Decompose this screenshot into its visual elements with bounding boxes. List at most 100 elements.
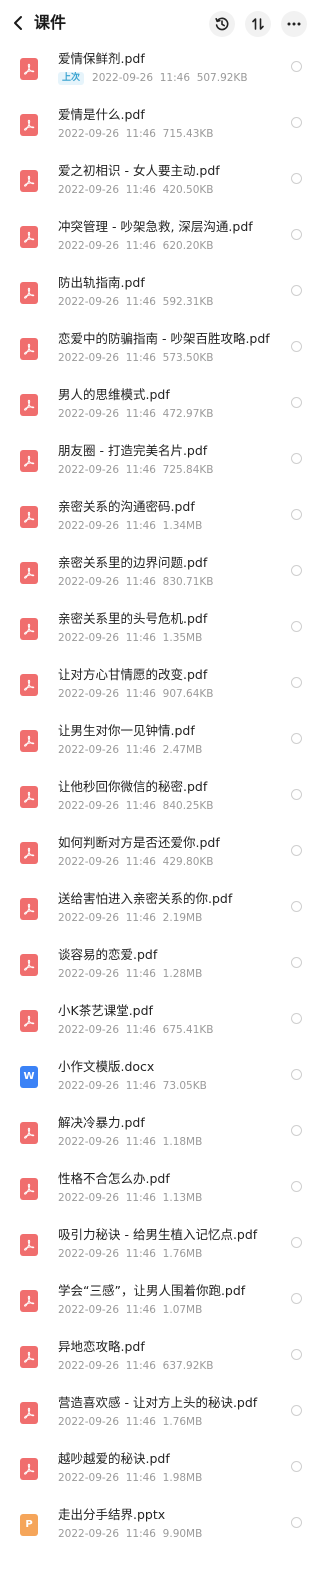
file-row[interactable]: 朋友圈 - 打造完美名片.pdf 2022-09-26 11:46 725.84K…	[0, 432, 320, 488]
file-date: 2022-09-26	[58, 464, 120, 476]
file-meta: 2022-09-26 11:46 620.20KB	[58, 239, 214, 253]
file-row[interactable]: 防出轨指南.pdf 2022-09-26 11:46 592.31KB	[0, 264, 320, 320]
file-name: 爱之初相识 - 女人要主动.pdf	[58, 163, 220, 178]
file-row[interactable]: 爱情是什么.pdf 2022-09-26 11:46 715.43KB	[0, 96, 320, 152]
select-radio[interactable]	[291, 509, 302, 520]
acrobat-icon	[24, 791, 35, 803]
pdf-file-icon	[20, 450, 38, 472]
file-name: 爱情保鲜剂.pdf	[58, 51, 145, 66]
file-row[interactable]: 解决冷暴力.pdf 2022-09-26 11:46 1.18MB	[0, 1104, 320, 1160]
acrobat-icon	[24, 1183, 35, 1195]
select-radio[interactable]	[291, 1069, 302, 1080]
select-radio[interactable]	[291, 789, 302, 800]
select-radio[interactable]	[291, 1293, 302, 1304]
file-date: 2022-09-26	[58, 632, 120, 644]
select-radio[interactable]	[291, 733, 302, 744]
file-row[interactable]: 让他秒回你微信的秘密.pdf 2022-09-26 11:46 840.25KB	[0, 768, 320, 824]
history-button[interactable]	[209, 11, 235, 37]
select-radio[interactable]	[291, 1237, 302, 1248]
select-radio[interactable]	[291, 1125, 302, 1136]
select-radio[interactable]	[291, 117, 302, 128]
file-meta: 2022-09-26 11:46 420.50KB	[58, 183, 214, 197]
file-row[interactable]: 营造喜欢感 - 让对方上头的秘诀.pdf 2022-09-26 11:46 1.7…	[0, 1384, 320, 1440]
select-radio[interactable]	[291, 61, 302, 72]
file-size: 2.19MB	[162, 912, 203, 924]
sort-button[interactable]	[245, 11, 271, 37]
select-radio[interactable]	[291, 173, 302, 184]
file-name: 亲密关系的沟通密码.pdf	[58, 499, 195, 514]
select-radio[interactable]	[291, 1461, 302, 1472]
select-radio[interactable]	[291, 621, 302, 632]
select-radio[interactable]	[291, 341, 302, 352]
file-time: 11:46	[125, 744, 156, 756]
file-time: 11:46	[125, 800, 156, 812]
file-row[interactable]: 小K茶艺课堂.pdf 2022-09-26 11:46 675.41KB	[0, 992, 320, 1048]
file-meta: 2022-09-26 11:46 2.47MB	[58, 743, 202, 757]
file-row[interactable]: 爱情保鲜剂.pdf 上次 2022-09-26 11:46 507.92KB	[0, 40, 320, 96]
select-radio[interactable]	[291, 957, 302, 968]
select-radio[interactable]	[291, 453, 302, 464]
file-name: 小K茶艺课堂.pdf	[58, 1003, 153, 1018]
pdf-file-icon	[20, 282, 38, 304]
file-row[interactable]: 亲密关系里的边界问题.pdf 2022-09-26 11:46 830.71KB	[0, 544, 320, 600]
acrobat-icon	[24, 1295, 35, 1307]
file-meta: 2022-09-26 11:46 429.80KB	[58, 855, 214, 869]
file-row[interactable]: 男人的思维模式.pdf 2022-09-26 11:46 472.97KB	[0, 376, 320, 432]
file-name: 送给害怕进入亲密关系的你.pdf	[58, 891, 233, 906]
select-radio[interactable]	[291, 1405, 302, 1416]
file-meta: 2022-09-26 11:46 1.13MB	[58, 1191, 202, 1205]
pdf-file-icon	[20, 730, 38, 752]
file-row[interactable]: 学会“三感”，让男人围着你跑.pdf 2022-09-26 11:46 1.07M…	[0, 1272, 320, 1328]
file-size: 420.50KB	[162, 184, 214, 196]
chevron-left-icon[interactable]	[8, 12, 30, 34]
file-size: 907.64KB	[162, 688, 214, 700]
file-row[interactable]: 送给害怕进入亲密关系的你.pdf 2022-09-26 11:46 2.19MB	[0, 880, 320, 936]
file-row[interactable]: W 小作文模版.docx 2022-09-26 11:46 73.05KB	[0, 1048, 320, 1104]
pdf-file-icon	[20, 338, 38, 360]
file-row[interactable]: 爱之初相识 - 女人要主动.pdf 2022-09-26 11:46 420.50…	[0, 152, 320, 208]
file-row[interactable]: 吸引力秘诀 - 给男生植入记忆点.pdf 2022-09-26 11:46 1.7…	[0, 1216, 320, 1272]
file-row[interactable]: 亲密关系里的头号危机.pdf 2022-09-26 11:46 1.35MB	[0, 600, 320, 656]
select-radio[interactable]	[291, 1349, 302, 1360]
file-date: 2022-09-26	[58, 1416, 120, 1428]
pdf-file-icon	[20, 1290, 38, 1312]
select-radio[interactable]	[291, 285, 302, 296]
file-row[interactable]: 谈容易的恋爱.pdf 2022-09-26 11:46 1.28MB	[0, 936, 320, 992]
select-radio[interactable]	[291, 845, 302, 856]
select-radio[interactable]	[291, 677, 302, 688]
file-time: 11:46	[125, 1192, 156, 1204]
file-row[interactable]: 越吵越爱的秘诀.pdf 2022-09-26 11:46 1.98MB	[0, 1440, 320, 1496]
file-type-letter: W	[23, 1071, 35, 1082]
file-row[interactable]: 冲突管理 - 吵架急救, 深层沟通.pdf 2022-09-26 11:46 62…	[0, 208, 320, 264]
pdf-file-icon	[20, 1234, 38, 1256]
file-time: 11:46	[125, 1304, 156, 1316]
select-radio[interactable]	[291, 1517, 302, 1528]
file-row[interactable]: 性格不合怎么办.pdf 2022-09-26 11:46 1.13MB	[0, 1160, 320, 1216]
select-radio[interactable]	[291, 901, 302, 912]
file-row[interactable]: 如何判断对方是否还爱你.pdf 2022-09-26 11:46 429.80KB	[0, 824, 320, 880]
file-date: 2022-09-26	[58, 184, 120, 196]
select-radio[interactable]	[291, 397, 302, 408]
select-radio[interactable]	[291, 565, 302, 576]
file-size: 1.76MB	[162, 1416, 203, 1428]
file-time: 11:46	[159, 72, 190, 84]
pptx-file-icon: P	[20, 1514, 38, 1536]
file-row[interactable]: 亲密关系的沟通密码.pdf 2022-09-26 11:46 1.34MB	[0, 488, 320, 544]
file-row[interactable]: 让男生对你一见钟情.pdf 2022-09-26 11:46 2.47MB	[0, 712, 320, 768]
file-size: 1.35MB	[162, 632, 203, 644]
file-date: 2022-09-26	[92, 72, 154, 84]
select-radio[interactable]	[291, 1181, 302, 1192]
file-row[interactable]: 异地恋攻略.pdf 2022-09-26 11:46 637.92KB	[0, 1328, 320, 1384]
file-size: 840.25KB	[162, 800, 214, 812]
pdf-file-icon	[20, 1010, 38, 1032]
file-size: 507.92KB	[196, 72, 248, 84]
acrobat-icon	[24, 455, 35, 467]
file-row[interactable]: P 走出分手结界.pptx 2022-09-26 11:46 9.90MB	[0, 1496, 320, 1552]
file-meta: 2022-09-26 11:46 715.43KB	[58, 127, 214, 141]
pdf-file-icon	[20, 170, 38, 192]
file-row[interactable]: 让对方心甘情愿的改变.pdf 2022-09-26 11:46 907.64KB	[0, 656, 320, 712]
select-radio[interactable]	[291, 1013, 302, 1024]
file-row[interactable]: 恋爱中的防骗指南 - 吵架百胜攻略.pdf 2022-09-26 11:46 57…	[0, 320, 320, 376]
more-button[interactable]	[281, 11, 307, 37]
select-radio[interactable]	[291, 229, 302, 240]
